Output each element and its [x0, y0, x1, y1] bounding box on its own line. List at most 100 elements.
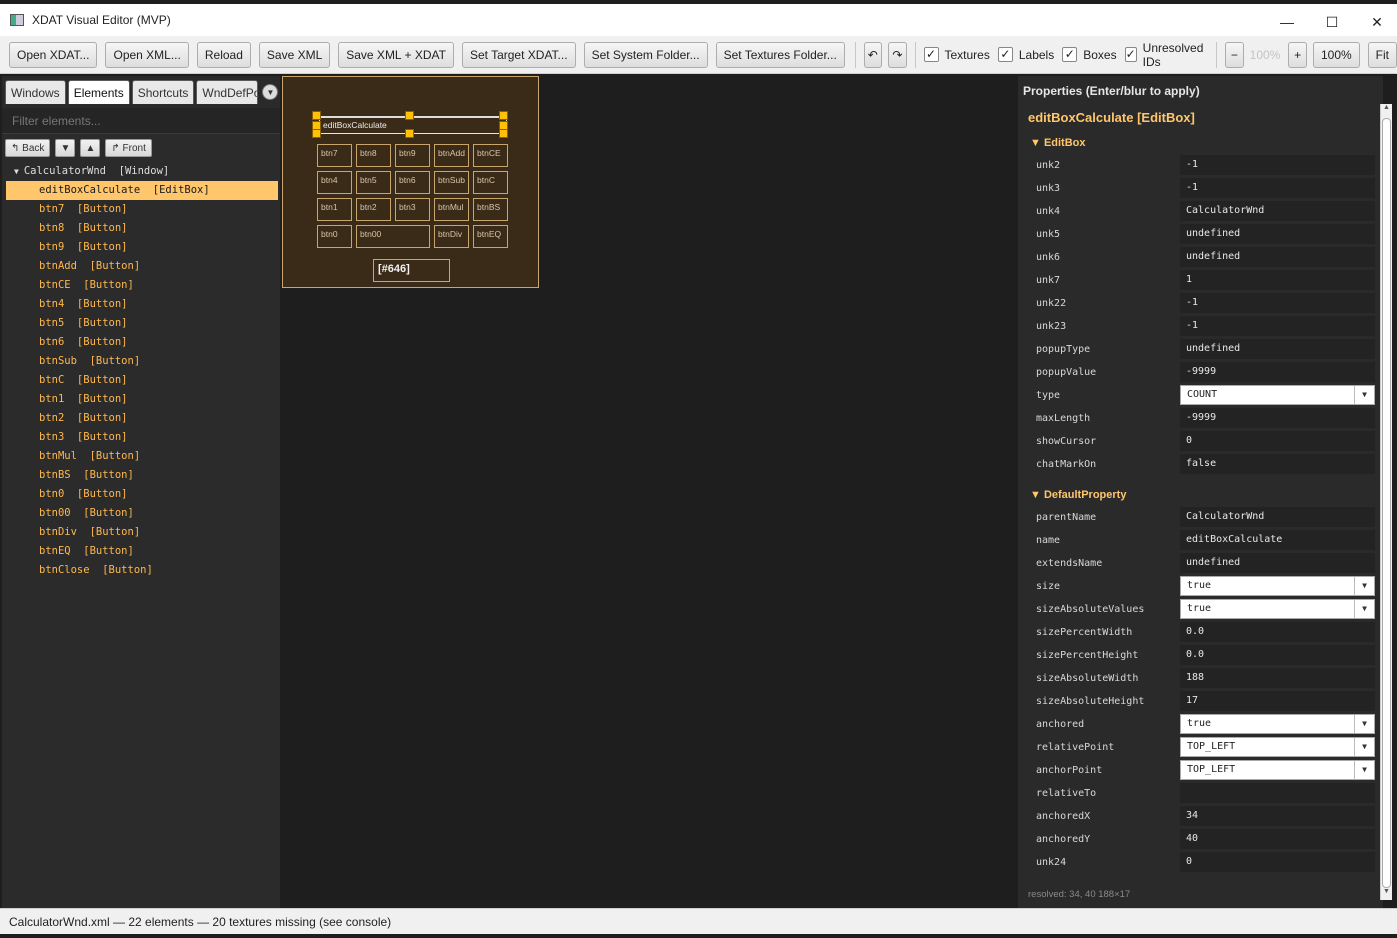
set-target-xdat-button[interactable]: Set Target XDAT... [461, 41, 576, 68]
canvas-button-preview[interactable]: btnDiv [434, 225, 469, 248]
zoom-out-button[interactable]: − [1225, 41, 1244, 68]
property-value-input[interactable] [1180, 783, 1375, 803]
open-xml-button[interactable]: Open XML... [105, 41, 189, 68]
canvas-button-preview[interactable]: btn5 [356, 171, 391, 194]
property-value-input[interactable]: 17 [1180, 691, 1375, 711]
expand-caret-icon[interactable]: ▼ [14, 162, 19, 181]
resize-handle-nw[interactable] [312, 111, 321, 120]
section-defaultproperty[interactable]: ▼ DefaultProperty [1018, 484, 1383, 506]
tree-item[interactable]: btnCE [Button] [2, 276, 280, 295]
tree-item[interactable]: btnC [Button] [2, 371, 280, 390]
tree-item[interactable]: btnMul [Button] [2, 447, 280, 466]
property-value-input[interactable]: -1 [1180, 293, 1375, 313]
front-button[interactable]: ↱ Front [105, 139, 152, 157]
calculator-window-preview[interactable]: editBoxCalculate [#646] btn7 btn8 btn9 btnA… [282, 76, 539, 288]
tree-item[interactable]: btn9 [Button] [2, 238, 280, 257]
open-xdat-button[interactable]: Open XDAT... [9, 41, 98, 68]
property-value-input[interactable]: -1 [1180, 316, 1375, 336]
canvas-button-preview[interactable]: btnBS [473, 198, 508, 221]
canvas-button-preview[interactable]: btn3 [395, 198, 430, 221]
tab-overflow-dropdown[interactable]: ▼ [262, 84, 279, 100]
tab-elements[interactable]: Elements [67, 80, 130, 104]
canvas-button-preview[interactable]: btn0 [317, 225, 352, 248]
fit-button[interactable]: Fit [1367, 41, 1397, 68]
set-system-folder-button[interactable]: Set System Folder... [583, 41, 708, 68]
zoom-reset-button[interactable]: 100% [1312, 41, 1360, 68]
section-editbox[interactable]: ▼ EditBox [1018, 132, 1383, 154]
scroll-down-icon[interactable]: ▼ [1381, 888, 1392, 900]
tree-item[interactable]: btnBS [Button] [2, 466, 280, 485]
resize-handle-n[interactable] [405, 111, 414, 120]
canvas-button-preview[interactable]: btn6 [395, 171, 430, 194]
resize-handle-sw[interactable] [312, 129, 321, 138]
canvas-button-preview[interactable]: btnAdd [434, 144, 469, 167]
tab-wnddefpos[interactable]: WndDefPos [196, 80, 259, 104]
chevron-down-icon[interactable]: ▼ [1354, 761, 1374, 779]
tree-item[interactable]: btn0 [Button] [2, 485, 280, 504]
tree-item[interactable]: btnAdd [Button] [2, 257, 280, 276]
zoom-in-button[interactable]: + [1288, 41, 1307, 68]
property-value-input[interactable]: 0 [1180, 431, 1375, 451]
canvas-button-preview[interactable]: btn4 [317, 171, 352, 194]
properties-scrollbar[interactable]: ▲ ▼ [1380, 104, 1392, 900]
property-value-input[interactable]: -9999 [1180, 408, 1375, 428]
canvas-button-preview[interactable]: btnCE [473, 144, 508, 167]
tree-item[interactable]: btn6 [Button] [2, 333, 280, 352]
property-value-input[interactable]: 188 [1180, 668, 1375, 688]
chevron-down-icon[interactable]: ▼ [1354, 738, 1374, 756]
chevron-down-icon[interactable]: ▼ [1354, 715, 1374, 733]
labels-checkbox[interactable]: ✓ Labels [997, 47, 1054, 62]
property-value-input[interactable]: 0 [1180, 852, 1375, 872]
save-xml-button[interactable]: Save XML [258, 41, 331, 68]
tab-shortcuts[interactable]: Shortcuts [131, 80, 195, 104]
property-value-input[interactable]: 0.0 [1180, 645, 1375, 665]
property-value-input[interactable]: 34 [1180, 806, 1375, 826]
property-select[interactable]: TOP_LEFT ▼ [1180, 760, 1375, 780]
canvas-button-preview[interactable]: btn9 [395, 144, 430, 167]
canvas-button-preview[interactable]: btn00 [356, 225, 430, 248]
minimize-button[interactable]: — [1265, 8, 1309, 36]
canvas-button-preview[interactable]: btnEQ [473, 225, 508, 248]
property-value-input[interactable]: undefined [1180, 224, 1375, 244]
move-up-button[interactable]: ▲ [80, 139, 101, 157]
tree-item[interactable]: btn00 [Button] [2, 504, 280, 523]
property-value-input[interactable]: 1 [1180, 270, 1375, 290]
tree-item[interactable]: btn8 [Button] [2, 219, 280, 238]
tree-item[interactable]: btnDiv [Button] [2, 523, 280, 542]
set-textures-folder-button[interactable]: Set Textures Folder... [715, 41, 845, 68]
maximize-button[interactable]: ☐ [1310, 8, 1354, 36]
resize-handle-se[interactable] [499, 129, 508, 138]
tree-item[interactable]: btn2 [Button] [2, 409, 280, 428]
design-canvas[interactable]: editBoxCalculate [#646] btn7 btn8 btn9 btnA… [280, 76, 1015, 908]
scroll-up-icon[interactable]: ▲ [1381, 104, 1392, 116]
reload-button[interactable]: Reload [196, 41, 251, 68]
property-select[interactable]: true ▼ [1180, 599, 1375, 619]
property-select[interactable]: COUNT ▼ [1180, 385, 1375, 405]
property-select[interactable]: true ▼ [1180, 576, 1375, 596]
back-button[interactable]: ↰ Back [5, 139, 51, 157]
property-value-input[interactable]: undefined [1180, 339, 1375, 359]
boxes-checkbox[interactable]: ✓ Boxes [1062, 47, 1117, 62]
property-value-input[interactable]: 0.0 [1180, 622, 1375, 642]
tab-windows[interactable]: Windows [5, 80, 66, 104]
resize-handle-s[interactable] [405, 129, 414, 138]
tree-item[interactable]: btn7 [Button] [2, 200, 280, 219]
property-value-input[interactable]: 40 [1180, 829, 1375, 849]
property-value-input[interactable]: -9999 [1180, 362, 1375, 382]
chevron-down-icon[interactable]: ▼ [1354, 386, 1374, 404]
property-value-input[interactable]: undefined [1180, 553, 1375, 573]
redo-button[interactable]: ↷ [888, 41, 907, 68]
tree-item[interactable]: btn3 [Button] [2, 428, 280, 447]
property-select[interactable]: TOP_LEFT ▼ [1180, 737, 1375, 757]
number-field-preview[interactable]: [#646] [373, 259, 450, 282]
canvas-button-preview[interactable]: btn7 [317, 144, 352, 167]
canvas-button-preview[interactable]: btn8 [356, 144, 391, 167]
scroll-thumb[interactable] [1382, 118, 1391, 888]
resize-handle-ne[interactable] [499, 111, 508, 120]
canvas-button-preview[interactable]: btnSub [434, 171, 469, 194]
filter-input[interactable]: Filter elements... [2, 108, 280, 134]
tree-root[interactable]: ▼ CalculatorWnd [Window] [2, 162, 280, 181]
canvas-button-preview[interactable]: btn2 [356, 198, 391, 221]
property-select[interactable]: true ▼ [1180, 714, 1375, 734]
save-xml-xdat-button[interactable]: Save XML + XDAT [338, 41, 454, 68]
